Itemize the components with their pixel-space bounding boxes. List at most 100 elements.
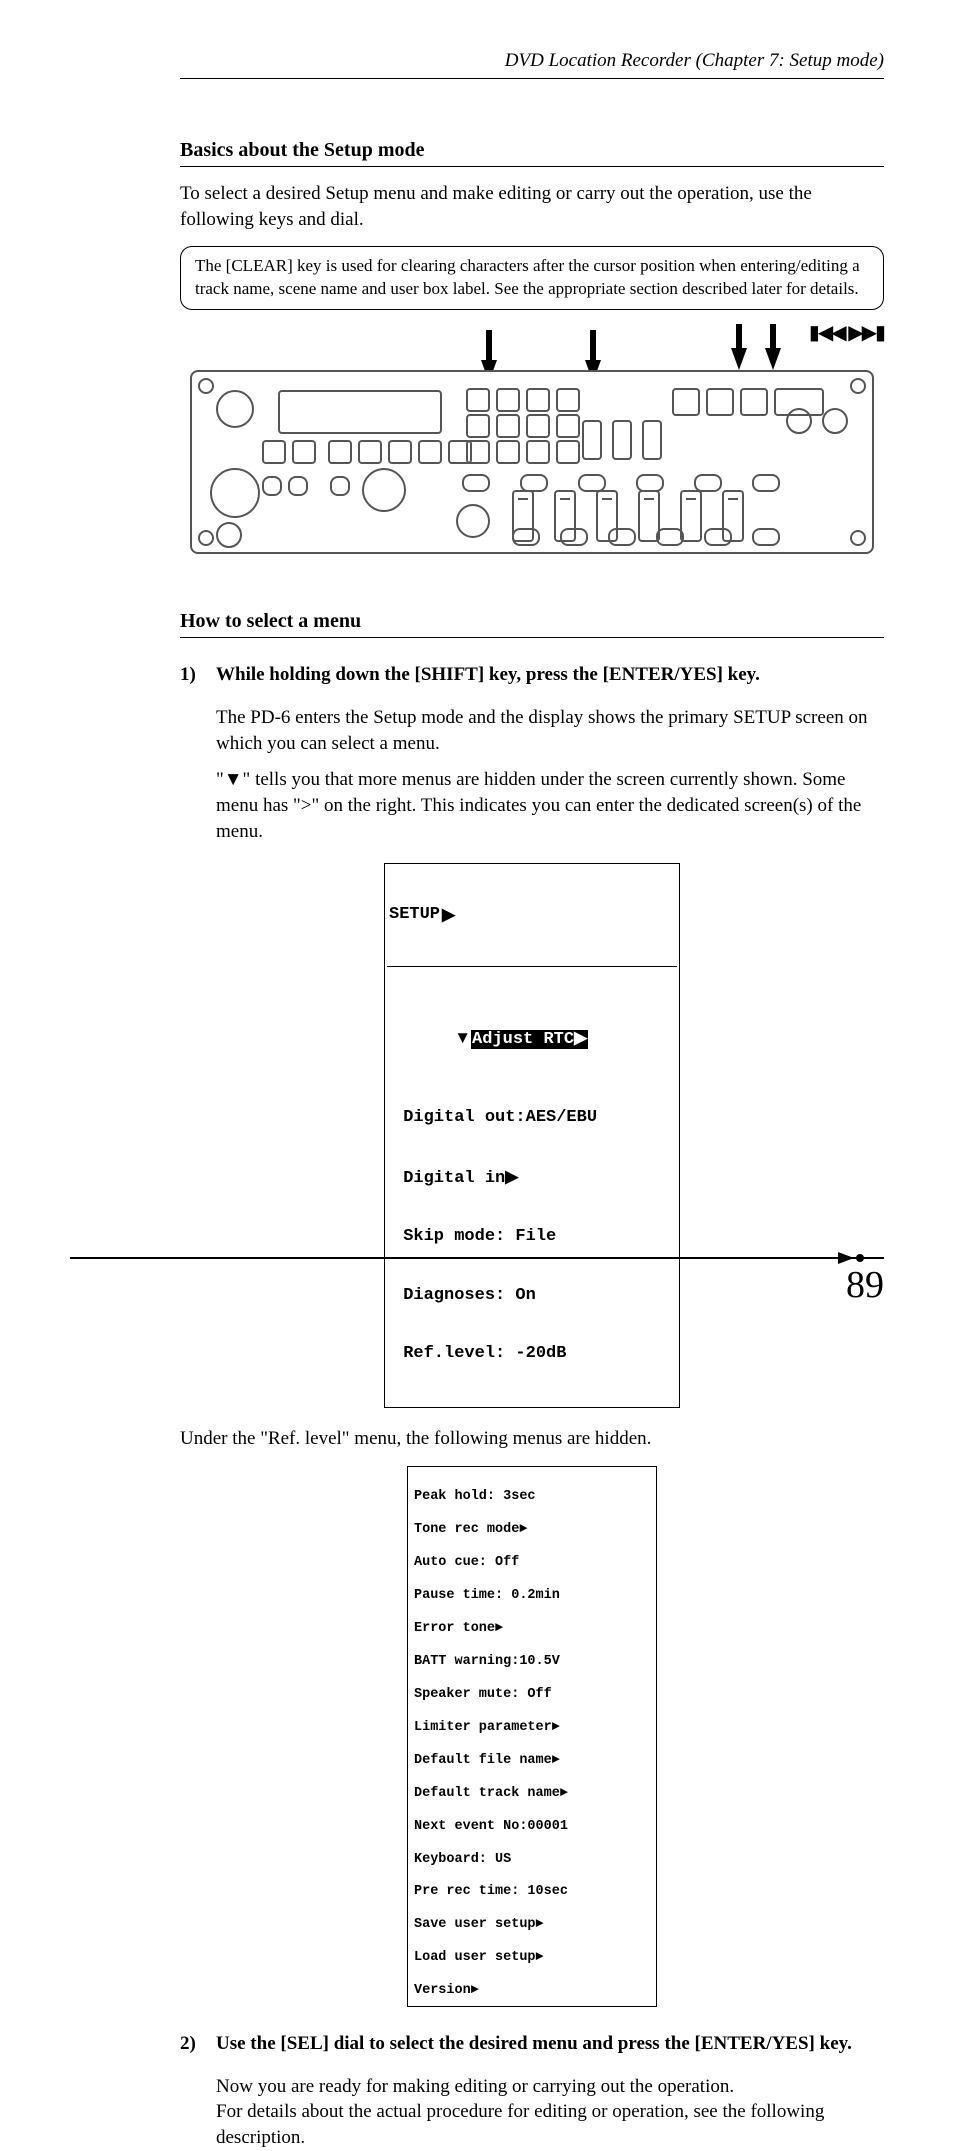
switch-icon [642,420,662,460]
arrow-stem-2 [590,330,596,364]
button-icon [262,476,282,496]
lcd-line: BATT warning:10.5V [414,1654,650,1670]
triangle-right-icon: ▶ [442,905,455,925]
lcd-selected-item: Adjust RTC▶ [471,1030,588,1049]
button-icon [288,476,308,496]
lcd-primary: SETUP▶ ▼Adjust RTC▶ Digital out:AES/EBU … [384,863,680,1408]
transport-icons: ▮◀◀ ▶▶▮ [809,320,884,345]
triangle-right-icon: ▶ [505,1167,518,1186]
disc-slot-icon [278,390,442,434]
lcd-line: Skip mode: File [403,1227,556,1246]
lcd-line: Next event No:00001 [414,1819,650,1835]
transport-key [740,388,768,416]
lcd-line: Speaker mute: Off [414,1687,650,1703]
step-1-body-a: The PD-6 enters the Setup mode and the d… [216,705,884,756]
led-icon [656,528,684,546]
lcd-line: Digital in [403,1169,505,1188]
switch-icon [612,420,632,460]
keypad-button [526,414,550,438]
keypad-button [496,440,520,464]
lcd-divider [387,966,677,967]
button-icon [292,440,316,464]
step-2-body: Now you are ready for making editing or … [216,2074,884,2151]
section-title-basics: Basics about the Setup mode [180,139,884,167]
transport-key [706,388,734,416]
footer-rule [70,1257,884,1263]
arrow-stem-1 [486,330,492,364]
mid-text: Under the "Ref. level" menu, the followi… [180,1426,884,1452]
page-footer: 89 [70,1257,884,1317]
step-1-number: 1) [180,664,204,686]
lcd-line: Version► [414,1983,650,1999]
dot-icon [856,1254,864,1262]
step-2-label: Use the [SEL] dial to select the desired… [216,2033,852,2055]
knob-icon [210,468,260,518]
page-number: 89 [846,1263,884,1307]
lcd-line: Auto cue: Off [414,1555,650,1571]
keypad-button [466,414,490,438]
step-1-body-b: "▼" tells you that more menus are hidden… [216,767,884,844]
lcd-line: Digital out: [403,1108,525,1127]
keypad-button [496,388,520,412]
knob-icon [822,408,848,434]
button-icon [418,440,442,464]
keypad-button [496,414,520,438]
lcd-line: Ref.level: -20dB [403,1344,566,1363]
led-icon [462,474,490,492]
lcd-line: Tone rec mode► [414,1522,650,1538]
step-2-number: 2) [180,2033,204,2055]
arrow-down-4 [765,348,781,370]
keypad-button [556,388,580,412]
led-icon [752,474,780,492]
section-title-howto: How to select a menu [180,610,884,638]
arrow-down-3 [731,348,747,370]
lcd-line: Load user setup► [414,1950,650,1966]
keypad-button [466,388,490,412]
screw-icon [850,378,866,394]
led-icon [752,528,780,546]
keypad-button [466,440,490,464]
lcd-line: Peak hold: 3sec [414,1489,650,1505]
device-body [190,370,874,554]
button-icon [330,476,350,496]
step-1-label: While holding down the [SHIFT] key, pres… [216,664,760,686]
knob-icon [216,390,254,428]
button-icon [388,440,412,464]
switch-icon [582,420,602,460]
button-icon [358,440,382,464]
lcd-line: Keyboard: US [414,1852,650,1868]
screw-icon [198,530,214,546]
screw-icon [198,378,214,394]
keypad-button [526,388,550,412]
device-figure: ▮◀◀ ▶▶▮ [180,320,884,580]
transport-key [672,388,700,416]
knob-icon [216,522,242,548]
clear-key-note: The [CLEAR] key is used for clearing cha… [180,246,884,310]
lcd-value: AES/EBU [526,1108,597,1127]
lcd-line: Save user setup► [414,1917,650,1933]
lcd-line: Default file name► [414,1753,650,1769]
lcd-line: Limiter parameter► [414,1720,650,1736]
led-icon [608,528,636,546]
led-icon [512,528,540,546]
keypad-button [526,440,550,464]
lcd-secondary: Peak hold: 3sec Tone rec mode► Auto cue:… [407,1466,657,2007]
page: DVD Location Recorder (Chapter 7: Setup … [0,0,954,1351]
keypad-button [556,440,580,464]
basics-intro: To select a desired Setup menu and make … [180,181,884,232]
lcd-line: Pre rec time: 10sec [414,1884,650,1900]
keypad-button [556,414,580,438]
lcd-line: Pause time: 0.2min [414,1588,650,1604]
button-icon [262,440,286,464]
step-1-heading: 1) While holding down the [SHIFT] key, p… [180,664,884,686]
running-header: DVD Location Recorder (Chapter 7: Setup … [180,50,884,79]
led-icon [704,528,732,546]
lcd-line: Default track name► [414,1786,650,1802]
screw-icon [850,530,866,546]
lcd-title: SETUP [389,905,440,925]
step-2-heading: 2) Use the [SEL] dial to select the desi… [180,2033,884,2055]
triangle-down-icon: ▼ [454,1028,471,1047]
led-icon [560,528,588,546]
button-icon [328,440,352,464]
knob-icon [786,408,812,434]
